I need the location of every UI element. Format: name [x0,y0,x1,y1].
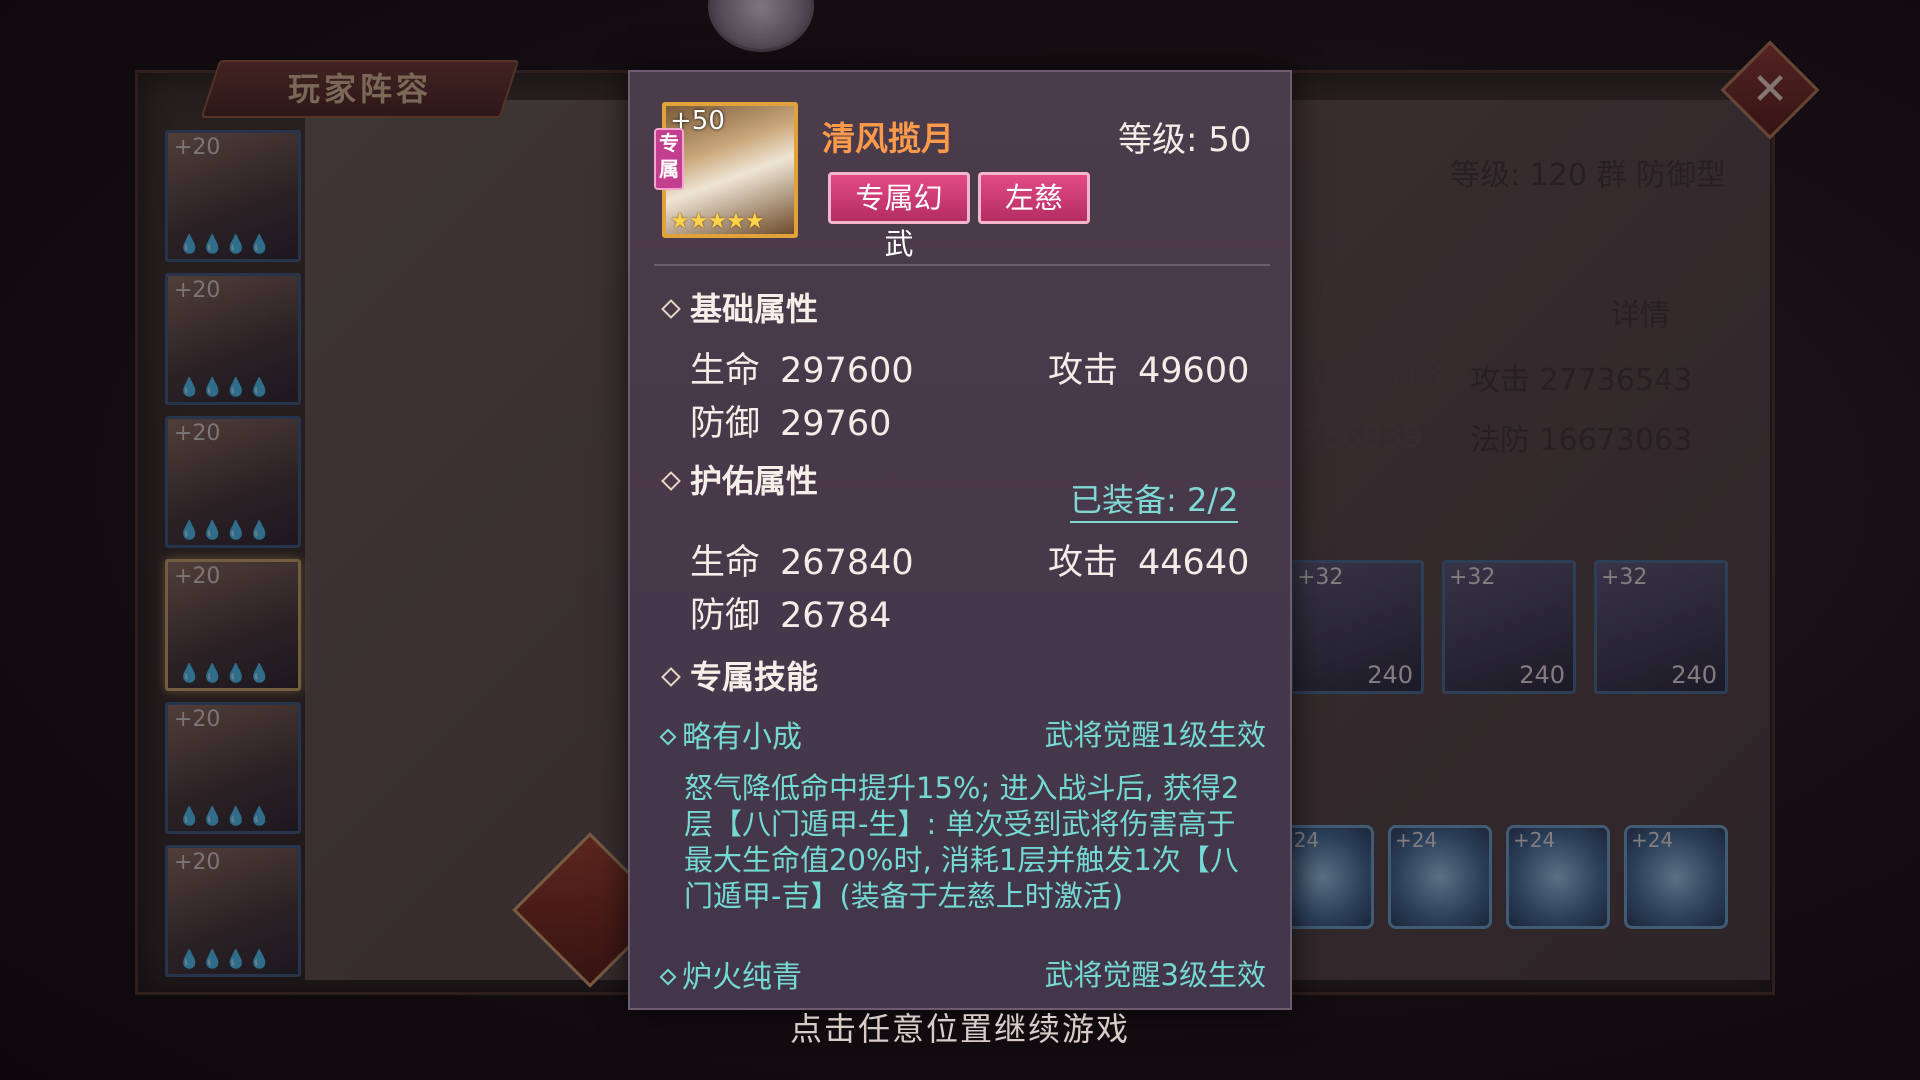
exclusive-tag: 专属 [654,128,684,190]
equipped-link[interactable]: 已装备: 2/2 [1070,475,1239,523]
continue-hint[interactable]: 点击任意位置继续游戏 [0,1004,1920,1050]
divider [654,264,1270,266]
skills-title: 专属技能 [660,652,818,698]
hero-badge: 左慈 [978,172,1090,224]
item-name: 清风揽月 [822,119,954,158]
item-icon: +50 专属 ★★★★★ [654,102,798,238]
diamond-icon [661,667,681,687]
diamond-icon [659,728,677,745]
base-atk: 攻击 49600 [1048,351,1250,391]
bless-atk: 攻击 44640 [1048,543,1250,583]
base-def: 防御 29760 [690,404,892,444]
item-type-badge: 专属幻武 [828,172,970,261]
base-attrs-title: 基础属性 [660,284,818,330]
bless-attrs-title: 护佑属性 [660,456,818,502]
skill-1-name: 略有小成 [658,712,802,756]
base-hp: 生命 297600 [690,351,914,391]
star-rating: ★★★★★ [670,209,765,234]
bless-hp: 生命 267840 [690,543,914,583]
skill-2-condition: 武将觉醒3级生效 [1044,958,1266,992]
diamond-icon [659,968,677,985]
diamond-icon [661,299,681,319]
item-level: 等级: 50 [1118,120,1252,160]
skill-2-name: 炉火纯青 [658,952,802,996]
skill-1-condition: 武将觉醒1级生效 [1044,718,1266,752]
skill-1-description: 怒气降低命中提升15%; 进入战斗后, 获得2层【八门遁甲-生】: 单次受到武将… [684,771,1240,913]
bless-def: 防御 26784 [690,596,892,636]
item-detail-popup: +50 专属 ★★★★★ 清风揽月 等级: 50 专属幻武 左慈 基础属性 生命… [628,70,1292,1010]
diamond-icon [661,471,681,491]
